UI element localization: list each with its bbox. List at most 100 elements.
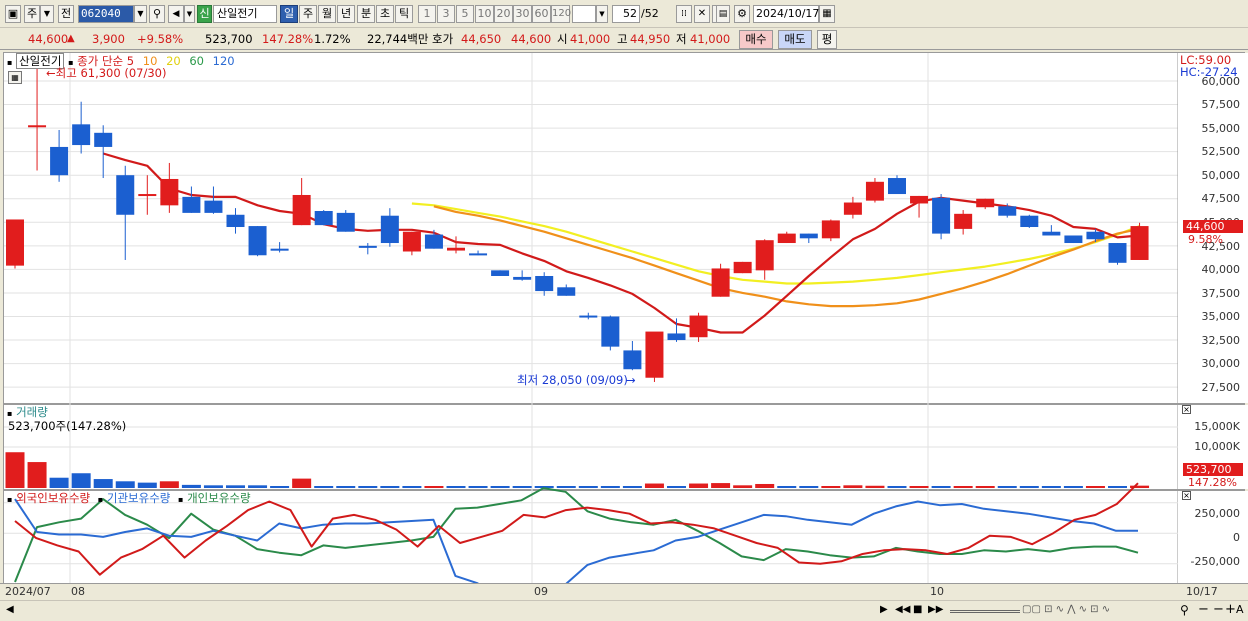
price-tick: 60,000 [1201, 75, 1241, 88]
volume-bar [203, 485, 223, 488]
close-icon[interactable]: × [1182, 491, 1191, 500]
volume-bar [578, 486, 598, 488]
candle-body [755, 240, 774, 271]
zoom-out-icon[interactable]: − [1198, 602, 1209, 617]
volume-bar [270, 486, 290, 488]
low-note: 최저 28,050 (09/09) [517, 373, 628, 387]
play-icon[interactable]: ▶ [880, 604, 888, 615]
volume-bar [909, 486, 929, 488]
minus-icon[interactable]: − [1213, 602, 1224, 617]
ma20-label: 20 [166, 54, 181, 68]
candle-body [491, 270, 510, 276]
stop-icon[interactable]: ■ [913, 604, 922, 615]
candle-body [336, 212, 355, 232]
price-tick: 50,000 [1201, 169, 1241, 182]
x-label: 10/17 [1186, 585, 1218, 598]
candle-body [843, 202, 862, 215]
x-label: 2024/07 [5, 585, 51, 598]
rewind-icon[interactable]: ◀◀ [895, 604, 910, 615]
volume-bar [380, 486, 400, 488]
institution-label: 기관보유수량 [106, 491, 171, 505]
price-tick: 52,500 [1201, 145, 1241, 158]
candle-body [204, 200, 223, 213]
calculator-icon[interactable]: ▦ [8, 71, 22, 84]
candle-body [469, 253, 488, 256]
candle-body [777, 233, 796, 244]
volume-bar [865, 485, 885, 488]
high-note: ←최고 61,300 (07/30) [46, 66, 167, 80]
candle-body [623, 350, 642, 370]
holding-tick: -250,000 [1190, 555, 1240, 568]
candle-body [535, 275, 554, 292]
price-tick: 30,000 [1201, 357, 1241, 370]
zoom-slider[interactable] [950, 610, 1020, 613]
zoom-icon[interactable]: ⚲ [1180, 603, 1189, 617]
candle-body [358, 245, 377, 248]
volume-tick: 10,000K [1194, 440, 1240, 453]
volume-bar [600, 486, 620, 488]
ma60-label: 60 [189, 54, 204, 68]
legend-marker-icon: ▪ [97, 495, 104, 504]
candle-body [1108, 243, 1127, 263]
volume-bar [1108, 486, 1127, 488]
volume-pct-tag: 147.28% [1188, 476, 1237, 489]
holding-tick: 250,000 [1194, 507, 1241, 520]
volume-bar [402, 486, 422, 488]
volume-bar [27, 462, 47, 488]
tools-icon[interactable]: ▢▢ ⊡ ∿ ⋀ ∿ ⊡ ∿ [1022, 604, 1110, 615]
volume-bar [821, 486, 841, 488]
volume-bar [1063, 486, 1083, 488]
volume-bar [292, 478, 312, 488]
volume-bar [887, 486, 907, 488]
candle-body [94, 132, 113, 147]
candle-body [557, 287, 576, 296]
candle-body [447, 247, 465, 251]
volume-bar [843, 485, 863, 488]
chart-canvas [4, 53, 1179, 608]
holding-legend: ▪ 외국인보유수량 ▪ 기관보유수량 ▪ 개인보유수량 [7, 491, 251, 507]
candle-body [248, 226, 267, 256]
current-price-tag: 44,600 [1183, 220, 1243, 233]
volume-bar [1041, 486, 1061, 488]
candle-body [865, 181, 884, 201]
volume-bar [336, 486, 356, 488]
volume-bar [777, 486, 797, 488]
volume-bar [490, 486, 510, 488]
volume-bar [424, 486, 444, 488]
volume-bar [226, 485, 245, 488]
volume-bar [248, 485, 268, 488]
volume-bar [644, 483, 664, 488]
candle-body [998, 206, 1017, 216]
candle-body [667, 333, 686, 341]
text-size-icon[interactable]: A [1236, 603, 1244, 616]
candle-body [579, 315, 598, 318]
candle-body [1020, 215, 1039, 228]
candle-body [138, 194, 157, 197]
candle-body [1130, 226, 1149, 260]
current-pct-tag: 9.58% [1188, 233, 1223, 246]
close-icon[interactable]: × [1182, 405, 1191, 414]
volume-bar [71, 473, 91, 488]
volume-bar [689, 483, 709, 488]
holding-tick: 0 [1233, 531, 1240, 544]
price-tick: 57,500 [1201, 98, 1241, 111]
low-note-arrow: → [626, 373, 636, 387]
zoom-in-icon[interactable]: + [1225, 602, 1236, 617]
scroll-left-icon[interactable]: ◀ [6, 604, 14, 615]
volume-bar [115, 481, 135, 488]
price-tick: 37,500 [1201, 287, 1241, 300]
volume-bar [622, 486, 642, 488]
volume-bar [159, 481, 179, 488]
volume-bar [49, 477, 69, 488]
candle-body [976, 198, 995, 208]
volume-bar [93, 479, 113, 488]
candle-body [424, 234, 443, 249]
candle-body [6, 219, 24, 266]
candle-body [182, 196, 201, 213]
candle-body [314, 210, 333, 226]
volume-bar [137, 482, 157, 488]
fast-forward-icon[interactable]: ▶▶ [928, 604, 943, 615]
volume-bar [512, 486, 532, 488]
candle-body [733, 261, 752, 274]
price-tick: 27,500 [1201, 381, 1241, 394]
